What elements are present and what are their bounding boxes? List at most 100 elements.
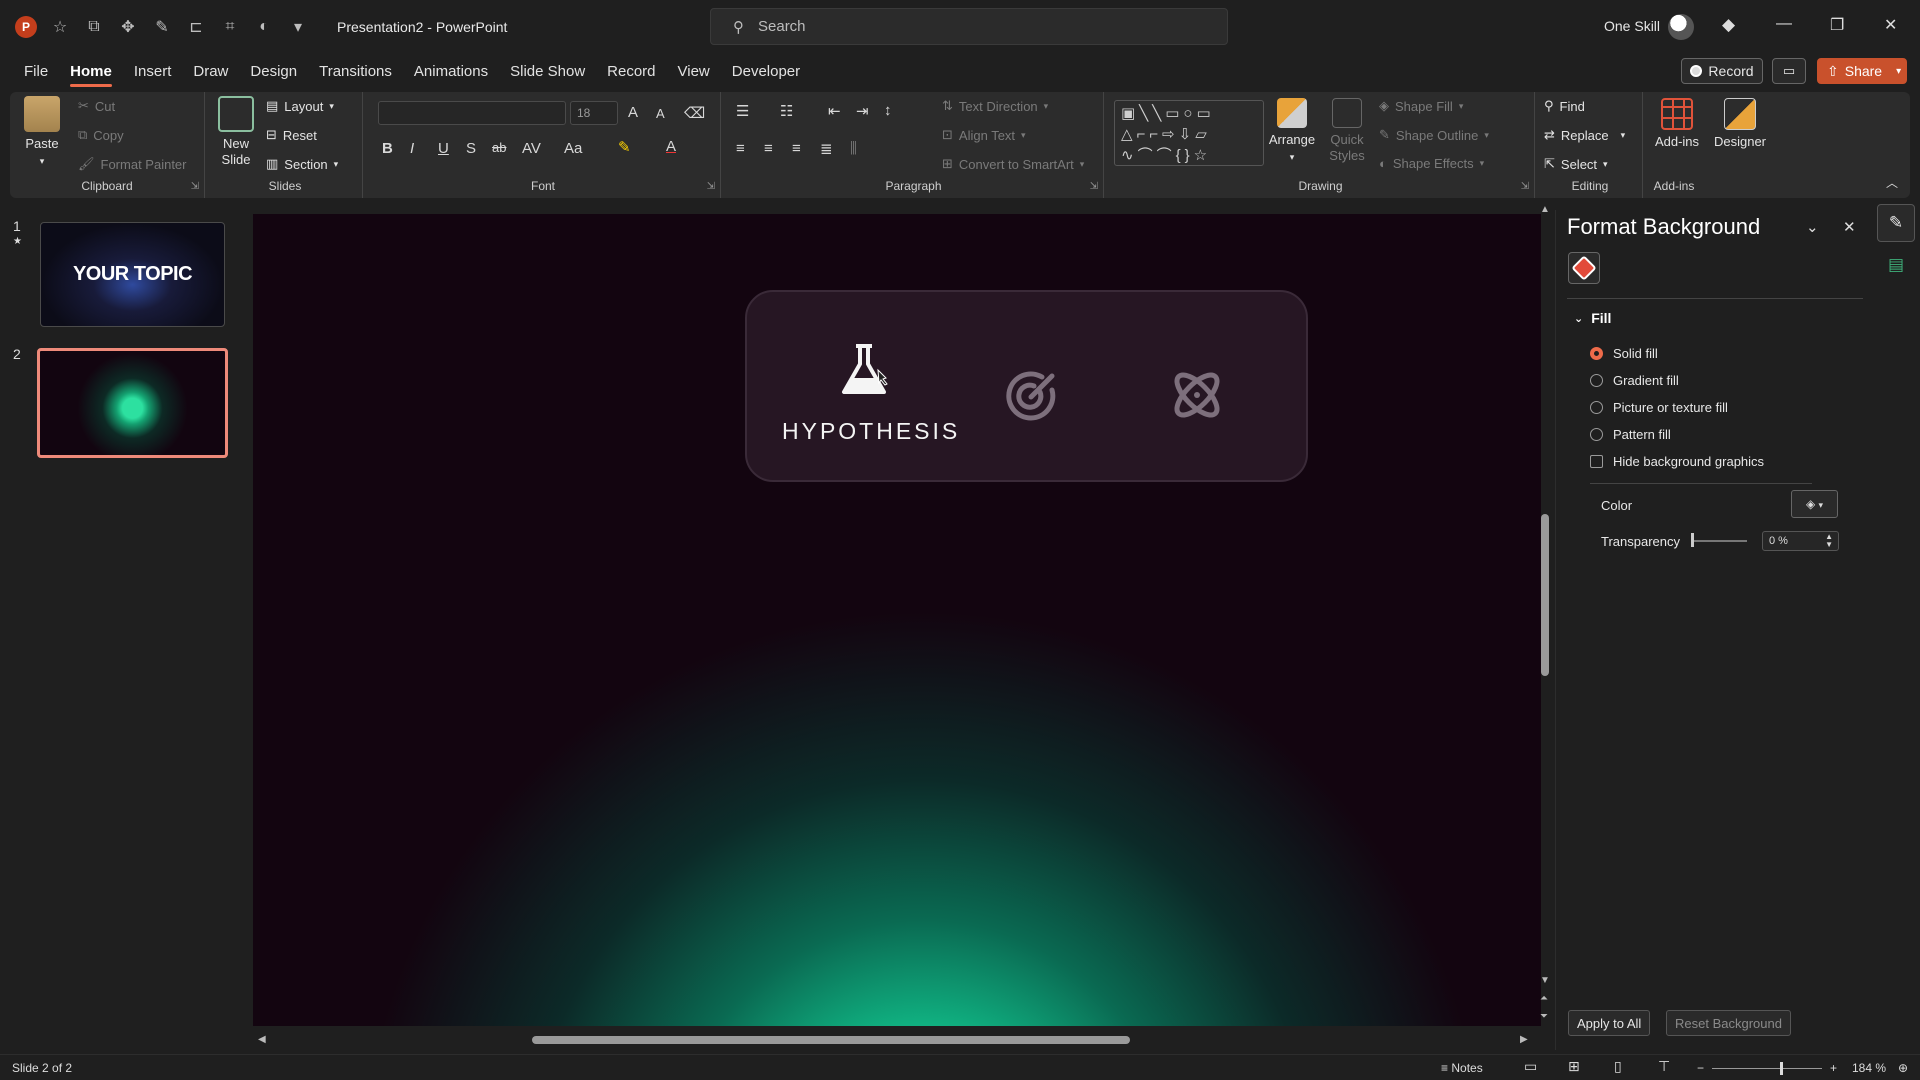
section-button[interactable]: ▥ Section ▾: [266, 156, 338, 172]
change-case-button[interactable]: Aa: [564, 140, 582, 157]
gradient-fill-radio[interactable]: [1590, 374, 1603, 387]
comments-button[interactable]: ▭: [1772, 58, 1806, 84]
designer-button[interactable]: Designer: [1712, 98, 1768, 150]
gradient-fill-option[interactable]: Gradient fill: [1590, 373, 1679, 388]
normal-view-icon[interactable]: ▭: [1524, 1058, 1537, 1075]
columns-icon[interactable]: ⫼: [850, 140, 857, 157]
replace-button[interactable]: ⇄ Replace ▾: [1544, 127, 1625, 143]
arrange-button[interactable]: Arrange ▾: [1267, 98, 1317, 165]
record-button[interactable]: Record: [1681, 58, 1763, 84]
dialog-launcher-icon[interactable]: ⇲: [1090, 181, 1098, 192]
hypothesis-label[interactable]: HYPOTHESIS: [782, 418, 960, 445]
dialog-launcher-icon[interactable]: ⇲: [191, 181, 199, 192]
format-pane-toggle-icon[interactable]: ✎: [1877, 204, 1915, 242]
numbering-icon[interactable]: ☷: [780, 102, 793, 120]
shapes-gallery[interactable]: ▣╲╲▭○▭ △⌐⌐⇨⇩▱ ∿⌒⌒{}☆: [1114, 100, 1264, 166]
bold-button[interactable]: B: [382, 140, 393, 157]
notes-button[interactable]: ≡ Notes: [1441, 1061, 1483, 1075]
scroll-up-arrow[interactable]: ▲: [1540, 204, 1550, 215]
picture-fill-option[interactable]: Picture or texture fill: [1590, 400, 1728, 415]
align-center-icon[interactable]: ≡: [764, 140, 773, 157]
find-button[interactable]: ⚲ Find: [1544, 98, 1585, 114]
shape-fill-button[interactable]: ◈ Shape Fill ▾: [1379, 98, 1463, 114]
hide-graphics-option[interactable]: Hide background graphics: [1590, 454, 1764, 469]
font-color-button[interactable]: A: [666, 138, 676, 155]
customize-qat-icon[interactable]: ▾: [289, 17, 307, 37]
tab-design[interactable]: Design: [239, 54, 308, 90]
autosave-icon[interactable]: ☆: [51, 17, 69, 37]
slideshow-icon[interactable]: ⊤: [1658, 1058, 1670, 1075]
slide-notes-icon[interactable]: ▤: [1877, 246, 1915, 284]
vertical-scrollbar-thumb[interactable]: [1541, 514, 1549, 676]
present-icon[interactable]: ✥: [119, 17, 137, 37]
highlight-icon[interactable]: ✎: [618, 138, 631, 156]
transparency-input[interactable]: 0 % ▲ ▼: [1762, 531, 1839, 551]
font-size-input[interactable]: 18: [570, 101, 618, 125]
align-right-icon[interactable]: ≡: [792, 140, 801, 157]
tab-transitions[interactable]: Transitions: [308, 54, 403, 90]
apply-to-all-button[interactable]: Apply to All: [1568, 1010, 1651, 1036]
clear-formatting-icon[interactable]: ⌫: [684, 104, 705, 122]
addins-button[interactable]: Add-ins: [1652, 98, 1702, 150]
zoom-level[interactable]: 184 %: [1852, 1061, 1886, 1075]
user-name[interactable]: One Skill: [1604, 18, 1660, 34]
underline-button[interactable]: U: [438, 140, 449, 157]
transparency-slider[interactable]: [1692, 540, 1747, 542]
tab-insert[interactable]: Insert: [123, 54, 183, 90]
crop-icon[interactable]: ⌗: [221, 18, 239, 36]
collapse-ribbon-icon[interactable]: ︿: [1886, 174, 1898, 191]
tab-record[interactable]: Record: [596, 54, 666, 90]
zoom-in-icon[interactable]: +: [1830, 1061, 1837, 1075]
reset-background-button[interactable]: Reset Background: [1666, 1010, 1791, 1036]
previous-slide-icon[interactable]: ⏶: [1540, 993, 1548, 1004]
bullets-icon[interactable]: ☰: [736, 102, 749, 120]
zoom-slider[interactable]: [1712, 1068, 1822, 1069]
flask-icon[interactable]: [834, 340, 894, 400]
zoom-slider-knob[interactable]: [1780, 1062, 1783, 1075]
new-slide-button[interactable]: New Slide: [216, 96, 256, 168]
search-input[interactable]: ⚲ Search: [710, 8, 1228, 45]
fill-tab[interactable]: [1568, 252, 1600, 284]
font-name-input[interactable]: [378, 101, 566, 125]
solid-fill-option[interactable]: Solid fill: [1590, 346, 1658, 361]
shape-outline-button[interactable]: ✎ Shape Outline ▾: [1379, 127, 1489, 143]
align-icon[interactable]: ⊏: [187, 17, 205, 37]
tab-view[interactable]: View: [667, 54, 721, 90]
copy-button[interactable]: ⧉ Copy: [78, 127, 124, 143]
scroll-right-arrow[interactable]: ▶: [1520, 1034, 1528, 1045]
tab-animations[interactable]: Animations: [403, 54, 499, 90]
spinner-arrows-icon[interactable]: ▲ ▼: [1825, 533, 1833, 549]
character-spacing-button[interactable]: AV: [522, 140, 541, 157]
avatar[interactable]: [1668, 14, 1694, 40]
tab-developer[interactable]: Developer: [721, 54, 811, 90]
save-icon[interactable]: ⧉: [85, 18, 103, 36]
strikethrough-button[interactable]: ab: [492, 140, 506, 155]
increase-indent-icon[interactable]: ⇥: [856, 102, 869, 120]
solid-fill-radio[interactable]: [1590, 347, 1603, 360]
pen-icon[interactable]: ✎: [153, 17, 171, 37]
tab-slide-show[interactable]: Slide Show: [499, 54, 596, 90]
slide-thumbnail-1[interactable]: YOUR TOPIC: [40, 222, 225, 327]
share-button[interactable]: ⇧ Share ▾: [1817, 58, 1907, 84]
tab-draw[interactable]: Draw: [182, 54, 239, 90]
layout-button[interactable]: ▤ Layout ▾: [266, 98, 334, 114]
shape-effects-button[interactable]: ◐ Shape Effects ▾: [1379, 156, 1484, 171]
cut-button[interactable]: ✂ Cut: [78, 98, 115, 114]
close-pane-icon[interactable]: ✕: [1843, 218, 1856, 236]
slide-sorter-icon[interactable]: ⊞: [1568, 1058, 1580, 1075]
select-button[interactable]: ⇱ Select ▾: [1544, 156, 1608, 172]
pane-options-chevron-icon[interactable]: ⌄: [1806, 218, 1819, 236]
slide-thumbnail-2[interactable]: [37, 348, 228, 458]
dialog-launcher-icon[interactable]: ⇲: [1521, 181, 1529, 192]
text-direction-button[interactable]: ⇅ Text Direction ▾: [942, 98, 1048, 114]
reading-view-icon[interactable]: ▯: [1614, 1058, 1622, 1075]
pattern-fill-option[interactable]: Pattern fill: [1590, 427, 1671, 442]
format-painter-button[interactable]: 🖌 Format Painter: [78, 156, 187, 172]
shrink-font-icon[interactable]: A: [656, 106, 665, 121]
hide-graphics-checkbox[interactable]: [1590, 455, 1603, 468]
close-window-button[interactable]: ✕: [1884, 15, 1897, 35]
align-text-button[interactable]: ⊡ Align Text ▾: [942, 127, 1026, 143]
quick-styles-button[interactable]: Quick Styles: [1325, 98, 1369, 164]
next-slide-icon[interactable]: ⏷: [1540, 1011, 1548, 1022]
pattern-fill-radio[interactable]: [1590, 428, 1603, 441]
